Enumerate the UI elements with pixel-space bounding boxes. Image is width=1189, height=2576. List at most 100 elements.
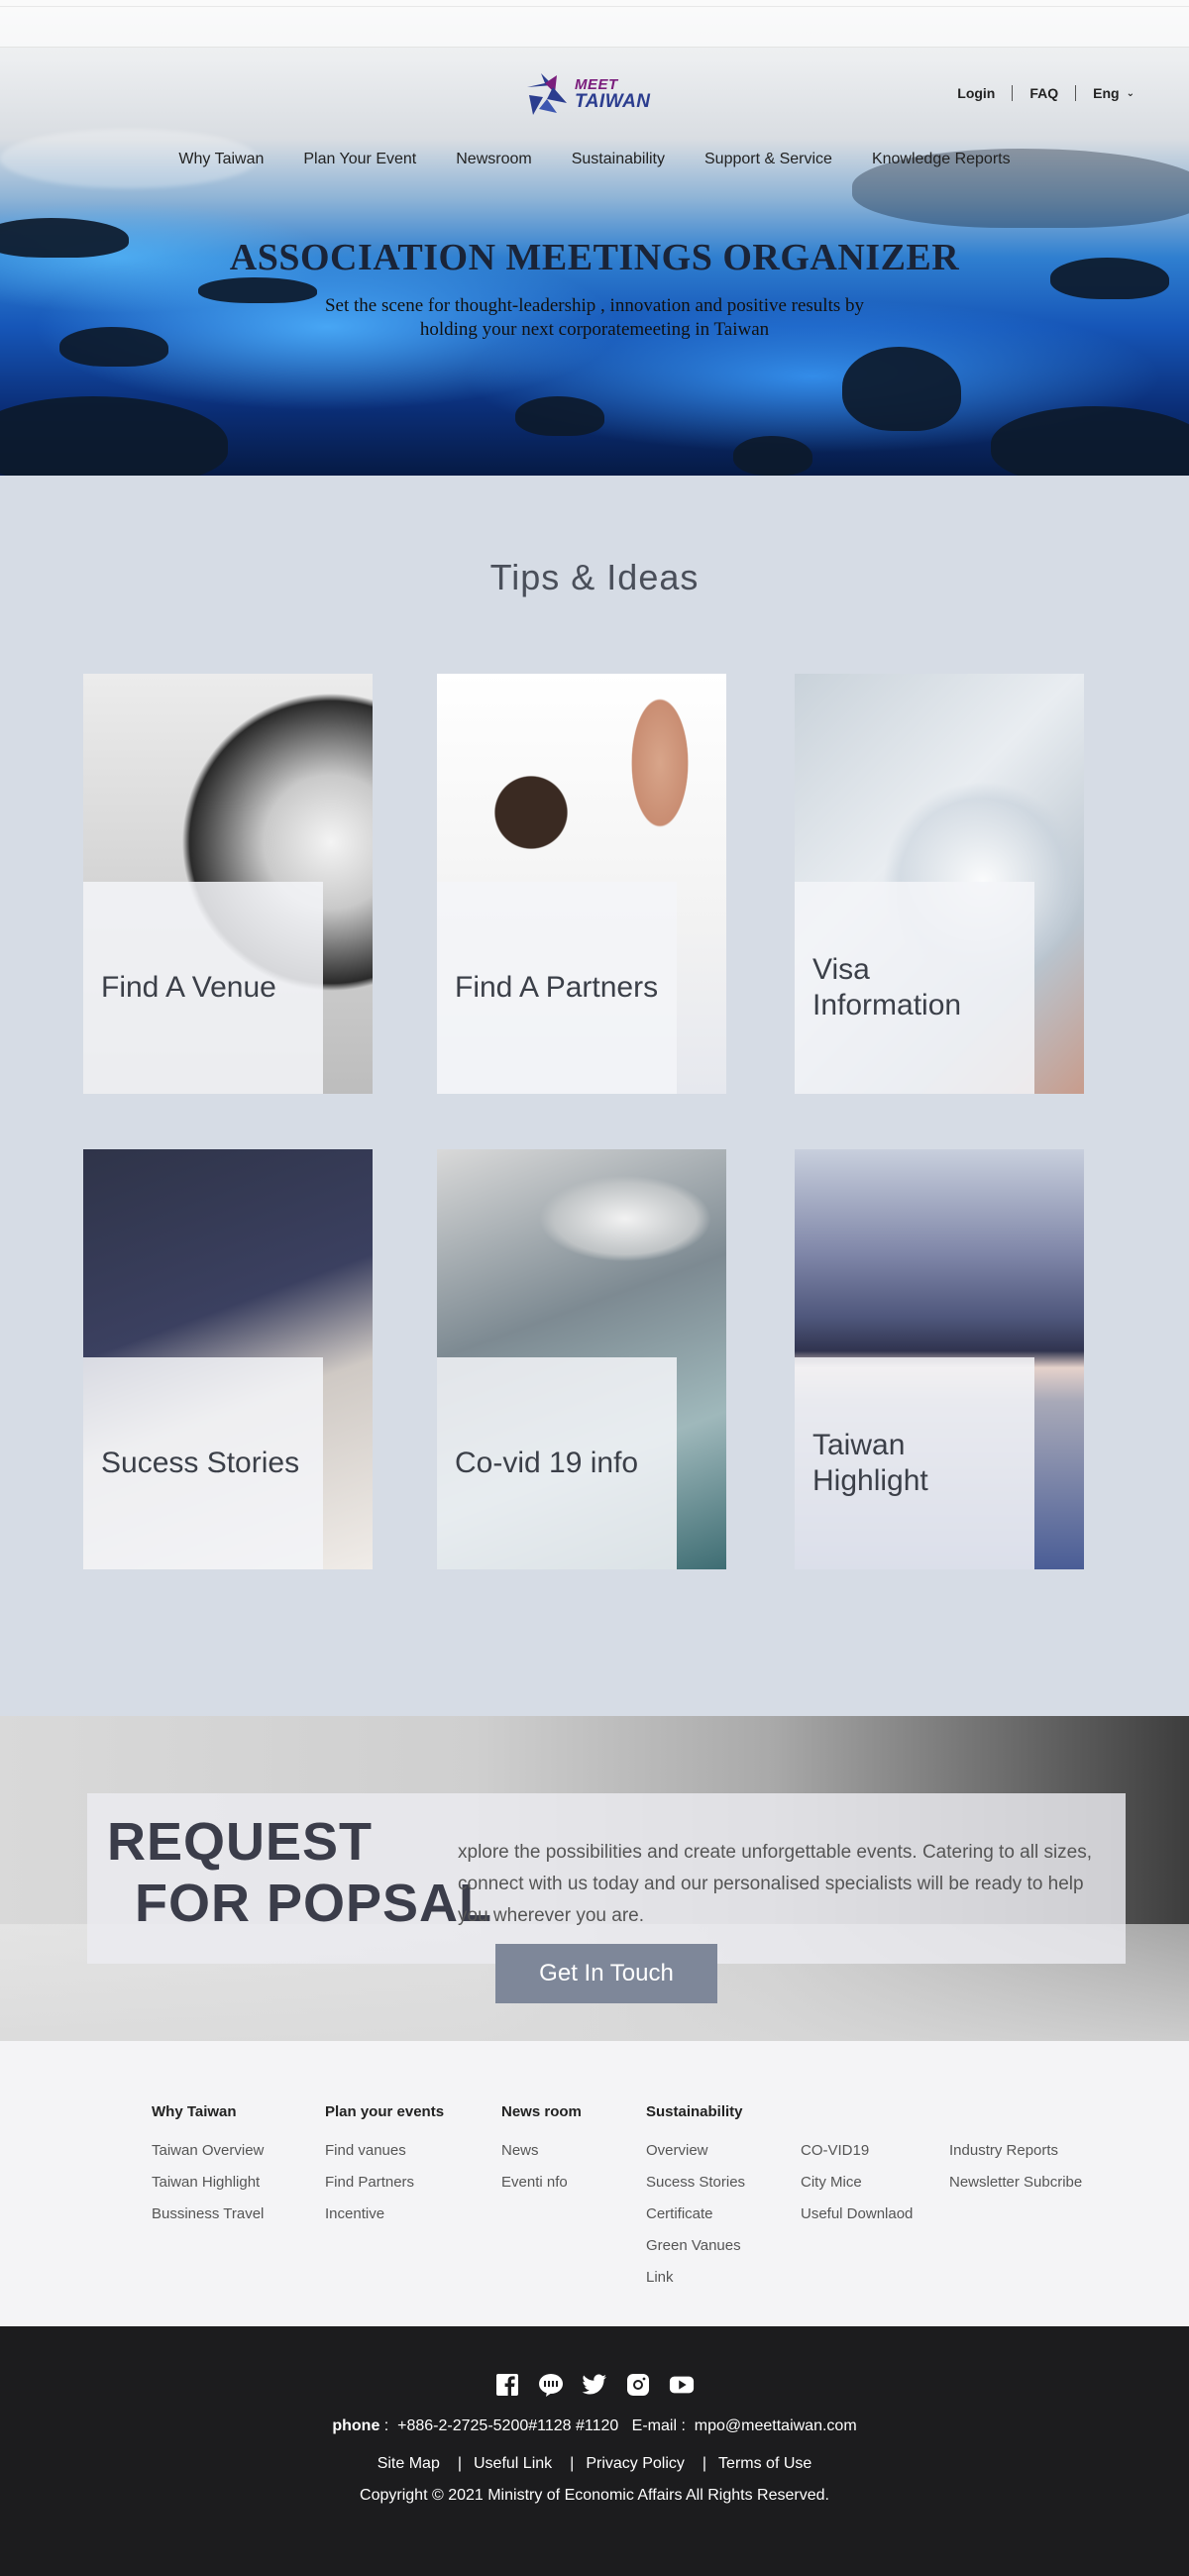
divider xyxy=(1075,85,1077,101)
footer-link[interactable]: Newsletter Subcribe xyxy=(949,2167,1082,2199)
phone-number[interactable]: +886-2-2725-5200#1128 #1120 xyxy=(397,2417,618,2434)
request-description: xplore the possibilities and create unfo… xyxy=(458,1842,1093,1926)
site-map-link[interactable]: Site Map xyxy=(378,2455,440,2473)
hero-subtitle-line2: holding your next corporatemeeting in Ta… xyxy=(419,319,770,340)
footer-col-more-2: Industry Reports Newsletter Subcribe xyxy=(949,2103,1082,2199)
card-covid-info[interactable]: Co-vid 19 info xyxy=(437,1149,726,1569)
footer-col-plan-events: Plan your events Find vanues Find Partne… xyxy=(325,2103,444,2230)
card-label-line1: Visa xyxy=(812,953,870,986)
card-panel: Visa Information xyxy=(795,882,1034,1094)
language-selector[interactable]: Eng ⌄ xyxy=(1093,85,1135,101)
footer-link[interactable]: Incentive xyxy=(325,2199,444,2230)
footer-col-newsroom: News room News Eventi nfo xyxy=(501,2103,582,2199)
footer-link[interactable]: News xyxy=(501,2135,582,2167)
card-panel: Sucess Stories xyxy=(83,1357,323,1569)
faq-link[interactable]: FAQ xyxy=(1029,85,1058,101)
card-label: Visa Information xyxy=(812,952,961,1023)
footer-col-heading-spacer xyxy=(801,2103,913,2123)
footer-link[interactable]: Bussiness Travel xyxy=(152,2199,264,2230)
card-label-line1: Taiwan xyxy=(812,1429,906,1461)
nav-why-taiwan[interactable]: Why Taiwan xyxy=(178,151,264,168)
useful-link[interactable]: Useful Link xyxy=(474,2455,552,2473)
card-label: Taiwan Highlight xyxy=(812,1428,928,1499)
footer-link[interactable]: Eventi nfo xyxy=(501,2167,582,2199)
footer-link[interactable]: Find vanues xyxy=(325,2135,444,2167)
email-address[interactable]: mpo@meettaiwan.com xyxy=(695,2417,857,2434)
footer-col-heading: Why Taiwan xyxy=(152,2103,237,2120)
nav-plan-your-event[interactable]: Plan Your Event xyxy=(303,151,416,168)
footer-link[interactable]: Industry Reports xyxy=(949,2135,1082,2167)
get-in-touch-button[interactable]: Get In Touch xyxy=(495,1944,717,2003)
nav-sustainability[interactable]: Sustainability xyxy=(572,151,665,168)
phone-label: phone xyxy=(332,2417,380,2434)
hero-banner: MEET TAIWAN Login FAQ Eng ⌄ Why Taiwan P… xyxy=(0,0,1189,476)
top-divider xyxy=(0,6,1189,7)
request-heading-line1: REQUEST xyxy=(107,1812,374,1872)
card-panel: Find A Partners xyxy=(437,882,677,1094)
card-visa-information[interactable]: Visa Information xyxy=(795,674,1084,1094)
card-label-line2: Information xyxy=(812,989,962,1021)
card-find-partners[interactable]: Find A Partners xyxy=(437,674,726,1094)
divider: | xyxy=(702,2455,707,2472)
footer-link[interactable]: Sucess Stories xyxy=(646,2167,745,2199)
language-label: Eng xyxy=(1093,85,1120,101)
request-box: REQUEST FOR POPSAL xplore the possibilit… xyxy=(87,1793,1126,1964)
card-label-line2: Highlight xyxy=(812,1464,928,1497)
footer-col-heading: Sustainability xyxy=(646,2103,743,2120)
card-panel: Co-vid 19 info xyxy=(437,1357,677,1569)
top-bar xyxy=(0,0,1189,48)
request-proposal-section: REQUEST FOR POPSAL xplore the possibilit… xyxy=(0,1716,1189,2041)
nav-newsroom[interactable]: Newsroom xyxy=(456,151,531,168)
card-taiwan-highlight[interactable]: Taiwan Highlight xyxy=(795,1149,1084,1569)
facebook-icon[interactable] xyxy=(494,2372,520,2398)
footer-link[interactable]: Green Vanues xyxy=(646,2230,745,2262)
footer-link[interactable]: Certificate xyxy=(646,2199,745,2230)
footer-link[interactable]: Useful Downlaod xyxy=(801,2199,913,2230)
hero-subtitle: Set the scene for thought-leadership , i… xyxy=(0,294,1189,342)
line-icon[interactable] xyxy=(538,2372,564,2398)
nav-knowledge-reports[interactable]: Knowledge Reports xyxy=(872,151,1011,168)
copyright: Copyright © 2021 Ministry of Economic Af… xyxy=(360,2487,829,2504)
footer-col-heading: News room xyxy=(501,2103,582,2120)
footer-links: Why Taiwan Taiwan Overview Taiwan Highli… xyxy=(0,2041,1189,2326)
request-heading: REQUEST FOR POPSAL xyxy=(107,1811,492,1934)
tips-section-title: Tips & Ideas xyxy=(489,557,700,597)
main-nav: Why Taiwan Plan Your Event Newsroom Sust… xyxy=(0,151,1189,168)
utility-nav: Login FAQ Eng ⌄ xyxy=(957,85,1135,101)
footer-link[interactable]: CO-VID19 xyxy=(801,2135,913,2167)
card-label: Find A Partners xyxy=(455,971,659,1004)
login-link[interactable]: Login xyxy=(957,85,995,101)
divider xyxy=(1012,85,1014,101)
meet-taiwan-logo[interactable]: MEET TAIWAN xyxy=(523,69,667,119)
chevron-down-icon: ⌄ xyxy=(1126,87,1135,99)
footer-link[interactable]: Taiwan Overview xyxy=(152,2135,264,2167)
social-icons xyxy=(0,2372,1189,2398)
footer-link[interactable]: Overview xyxy=(646,2135,745,2167)
hero-subtitle-line1: Set the scene for thought-leadership , i… xyxy=(324,295,865,316)
nav-support-service[interactable]: Support & Service xyxy=(704,151,832,168)
divider: | xyxy=(570,2455,575,2472)
card-label: Find A Venue xyxy=(101,971,276,1004)
divider: | xyxy=(457,2455,462,2472)
footer-link[interactable]: Find Partners xyxy=(325,2167,444,2199)
card-label: Co-vid 19 info xyxy=(455,1447,639,1479)
footer-col-sustainability: Sustainability Overview Sucess Stories C… xyxy=(646,2103,745,2294)
logo-line2: TAIWAN xyxy=(575,91,651,112)
hero-title: ASSOCIATION MEETINGS ORGANIZER xyxy=(229,237,960,278)
twitter-icon[interactable] xyxy=(582,2372,607,2398)
footer-link[interactable]: City Mice xyxy=(801,2167,913,2199)
card-success-stories[interactable]: Sucess Stories xyxy=(83,1149,373,1569)
card-find-venue[interactable]: Find A Venue xyxy=(83,674,373,1094)
footer-link[interactable]: Taiwan Highlight xyxy=(152,2167,264,2199)
email-label: E-mail xyxy=(631,2417,677,2434)
instagram-icon[interactable] xyxy=(625,2372,651,2398)
legal-links: Site Map | Useful Link | Privacy Policy … xyxy=(0,2455,1189,2473)
youtube-icon[interactable] xyxy=(669,2372,695,2398)
footer-col-heading-spacer xyxy=(949,2103,1082,2123)
footer-link[interactable]: Link xyxy=(646,2262,745,2294)
contact-info: phone : +886-2-2725-5200#1128 #1120 E-ma… xyxy=(332,2417,857,2434)
privacy-policy-link[interactable]: Privacy Policy xyxy=(586,2455,685,2473)
footer-col-more-1: CO-VID19 City Mice Useful Downlaod xyxy=(801,2103,913,2230)
card-panel: Find A Venue xyxy=(83,882,323,1094)
terms-of-use-link[interactable]: Terms of Use xyxy=(718,2455,811,2473)
